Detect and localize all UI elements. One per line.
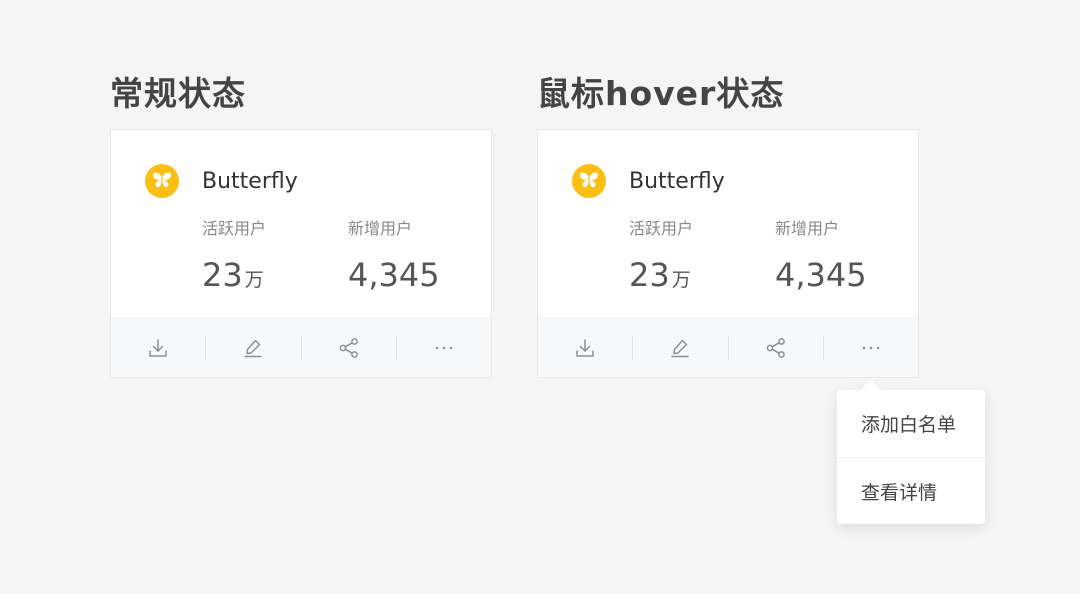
download-button[interactable] <box>111 319 205 377</box>
stat-number: 4,345 <box>348 256 440 294</box>
stat-number: 23 <box>202 256 243 294</box>
share-icon <box>766 338 785 358</box>
stat-value: 4,345 <box>348 256 440 294</box>
stat-value: 23 万 <box>202 256 266 299</box>
card-action-bar <box>538 318 918 377</box>
download-icon <box>576 339 594 357</box>
stat-new-users: 新增用户 4,345 <box>348 218 440 294</box>
more-dropdown-menu: 添加白名单 查看详情 <box>837 380 985 524</box>
app-card-normal[interactable]: Butterfly 活跃用户 23 万 新增用户 4,345 <box>110 129 492 378</box>
section-title-normal: 常规状态 <box>110 74 246 113</box>
stat-value: 4,345 <box>775 256 867 294</box>
stat-new-users: 新增用户 4,345 <box>775 218 867 294</box>
more-button[interactable] <box>824 319 918 377</box>
app-card-hover[interactable]: Butterfly 活跃用户 23 万 新增用户 4,345 <box>537 129 919 378</box>
menu-item-view-details[interactable]: 查看详情 <box>837 457 985 524</box>
stat-active-users: 活跃用户 23 万 <box>629 218 693 299</box>
card-header: Butterfly 活跃用户 23 万 新增用户 4,345 <box>111 130 491 320</box>
edit-button[interactable] <box>633 319 727 377</box>
butterfly-logo-icon <box>145 164 179 198</box>
share-button[interactable] <box>302 319 396 377</box>
card-action-bar <box>111 318 491 377</box>
more-icon <box>862 346 880 350</box>
more-icon <box>435 346 453 350</box>
download-icon <box>149 339 167 357</box>
stat-label: 活跃用户 <box>202 219 267 238</box>
card-header: Butterfly 活跃用户 23 万 新增用户 4,345 <box>538 130 918 320</box>
edit-button[interactable] <box>206 319 300 377</box>
card-brand-name: Butterfly <box>202 169 298 194</box>
share-button[interactable] <box>729 319 823 377</box>
stat-number: 4,345 <box>775 256 867 294</box>
stat-unit: 万 <box>244 269 264 291</box>
stat-unit: 万 <box>671 269 691 291</box>
stat-value: 23 万 <box>629 256 693 299</box>
stat-active-users: 活跃用户 23 万 <box>202 218 266 299</box>
stat-label: 新增用户 <box>775 219 840 238</box>
stat-label: 活跃用户 <box>629 219 694 238</box>
menu-item-add-whitelist[interactable]: 添加白名单 <box>837 390 985 457</box>
edit-icon <box>244 339 263 358</box>
stat-number: 23 <box>629 256 670 294</box>
card-brand-name: Butterfly <box>629 169 725 194</box>
stat-label: 新增用户 <box>348 219 413 238</box>
butterfly-logo-icon <box>572 164 606 198</box>
section-title-hover: 鼠标hover状态 <box>537 74 785 113</box>
download-button[interactable] <box>538 319 632 377</box>
share-icon <box>339 338 358 358</box>
more-button[interactable] <box>397 319 491 377</box>
edit-icon <box>671 339 690 358</box>
